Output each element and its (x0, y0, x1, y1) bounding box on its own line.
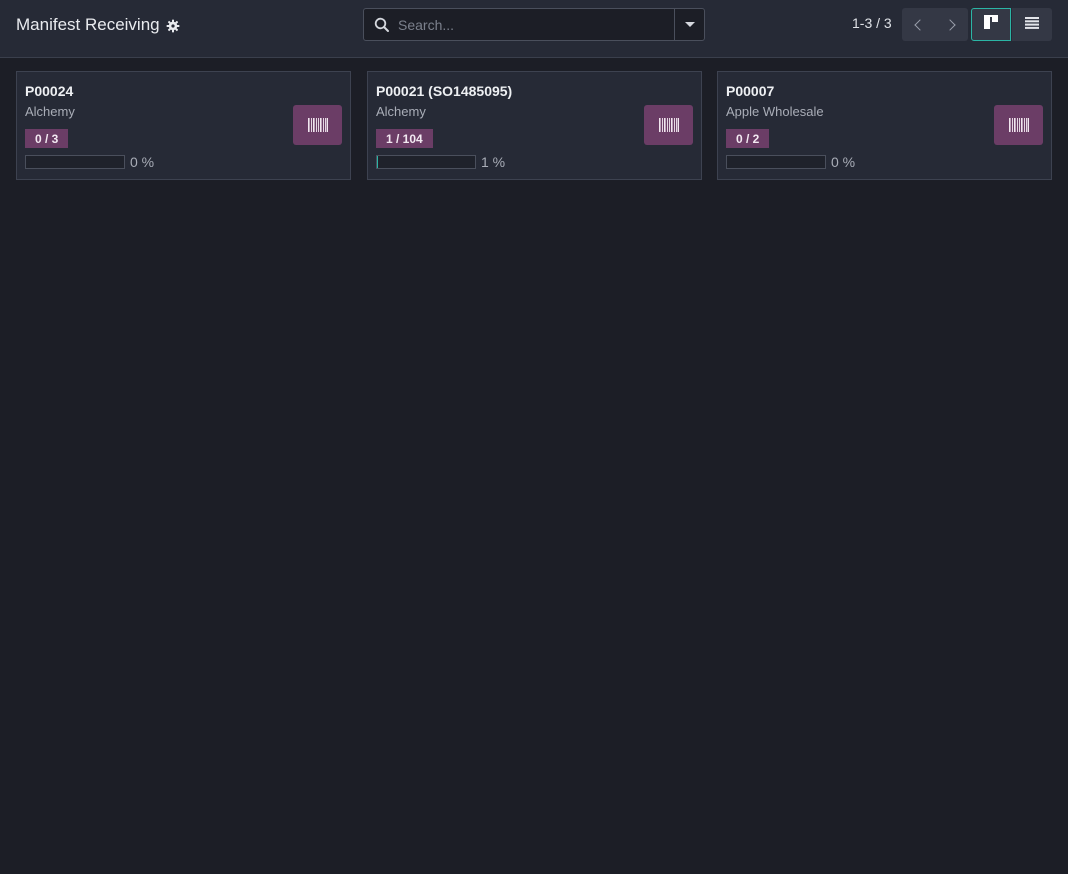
progress-bar (726, 155, 826, 169)
quantity-badge: 0 / 3 (25, 129, 69, 148)
kanban-view-icon (984, 15, 998, 34)
search-box (363, 8, 705, 41)
chevron-right-icon (944, 18, 956, 31)
breadcrumb: Manifest Receiving (16, 14, 180, 36)
card-title: P00021 (SO1485095) (376, 83, 513, 99)
caret-down-icon (684, 22, 695, 27)
quantity-badge: 1 / 104 (376, 129, 433, 148)
progress: 0 % (25, 154, 154, 170)
card-title: P00007 (726, 83, 775, 99)
card-partner: Alchemy (376, 104, 426, 119)
barcode-button[interactable] (994, 105, 1043, 145)
page-title: Manifest Receiving (16, 15, 160, 34)
list-view-button[interactable] (1012, 8, 1052, 41)
pager-value[interactable]: 1-3 / 3 (852, 15, 892, 31)
progress-label: 1 % (481, 154, 506, 170)
barcode-icon (307, 118, 328, 132)
progress-bar (376, 155, 476, 169)
pager-next-button[interactable] (935, 8, 968, 41)
progress-label: 0 % (831, 154, 856, 170)
quantity-badge: 0 / 2 (726, 129, 770, 148)
search-input[interactable] (390, 9, 674, 40)
control-panel: Manifest Receiving Search... 1-3 / 3 (0, 0, 1068, 58)
progress: 1 % (376, 154, 505, 170)
progress-label: 0 % (130, 154, 155, 170)
kanban-card[interactable]: P00007 Apple Wholesale 0 / 2 0 % (717, 71, 1052, 180)
barcode-icon (658, 118, 679, 132)
card-partner: Apple Wholesale (726, 104, 824, 119)
gear-icon[interactable] (166, 19, 180, 33)
barcode-button[interactable] (644, 105, 693, 145)
pager-previous-button[interactable] (902, 8, 935, 41)
card-title: P00024 (25, 83, 74, 99)
barcode-icon (1008, 118, 1029, 132)
progress-bar (25, 155, 125, 169)
progress: 0 % (726, 154, 855, 170)
progress-bar-fill (377, 156, 378, 168)
search-icon (374, 17, 390, 33)
search-options-toggle[interactable] (674, 9, 704, 40)
barcode-button[interactable] (293, 105, 342, 145)
list-view-icon (1025, 16, 1039, 34)
card-partner: Alchemy (25, 104, 75, 119)
kanban-card[interactable]: P00021 (SO1485095) Alchemy 1 / 104 1 % (367, 71, 702, 180)
kanban-card[interactable]: P00024 Alchemy 0 / 3 0 % (16, 71, 351, 180)
chevron-left-icon (914, 18, 926, 31)
kanban-view-button[interactable] (971, 8, 1011, 41)
